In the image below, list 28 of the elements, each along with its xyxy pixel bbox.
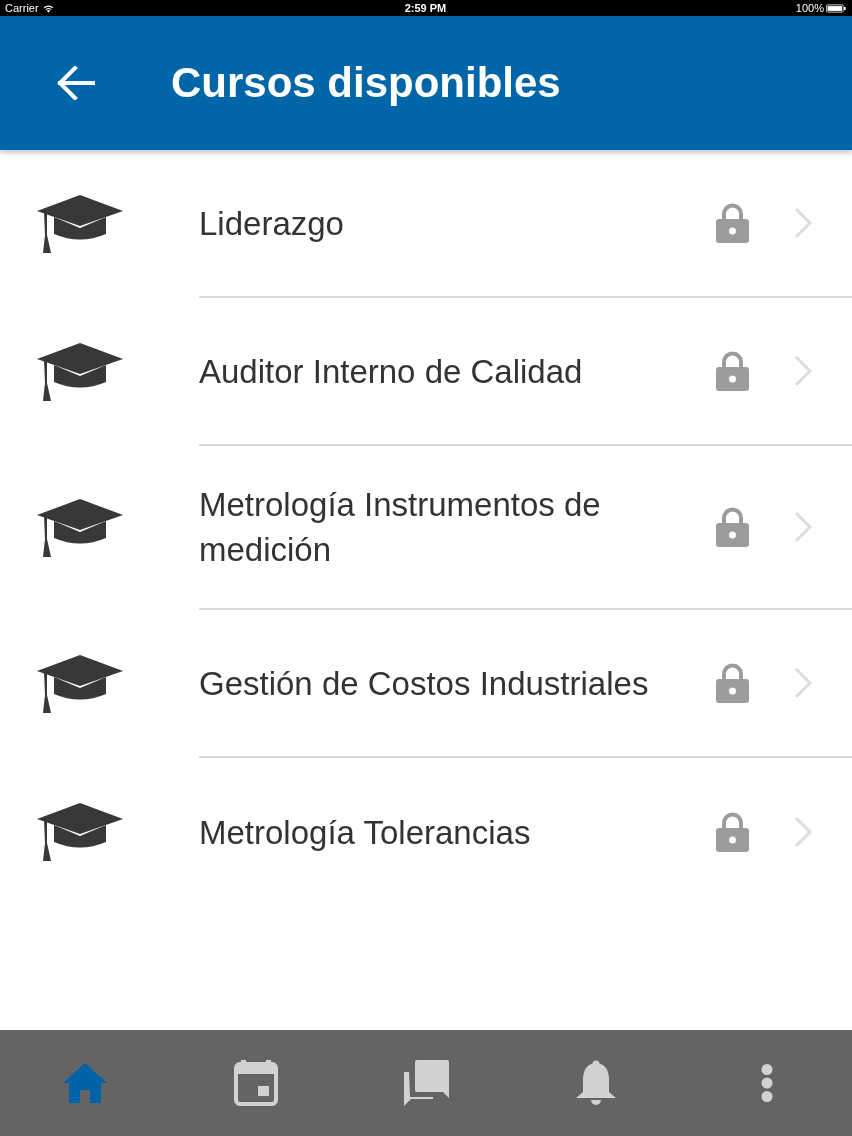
clock-label: 2:59 PM bbox=[404, 1, 447, 15]
bell-icon bbox=[575, 1060, 618, 1106]
graduation-cap-icon bbox=[37, 655, 123, 713]
back-arrow-icon bbox=[57, 66, 95, 100]
course-title[interactable]: Metrología Tolerancias bbox=[199, 809, 696, 855]
battery-icon bbox=[826, 3, 846, 13]
course-title[interactable]: Gestión de Costos Industriales bbox=[199, 660, 696, 706]
chevron-right-icon bbox=[794, 207, 812, 239]
home-icon bbox=[63, 1063, 108, 1103]
graduation-cap-icon bbox=[37, 343, 123, 401]
back-button[interactable] bbox=[57, 66, 95, 100]
course-title[interactable]: Auditor Interno de Calidad bbox=[199, 348, 696, 394]
wifi-icon bbox=[42, 3, 54, 13]
graduation-cap-icon bbox=[37, 195, 123, 253]
battery-percent: 100% bbox=[795, 1, 824, 15]
carrier-label: Carrier bbox=[5, 1, 39, 15]
chevron-right-icon bbox=[794, 355, 812, 387]
course-title[interactable]: Metrología Instrumentos de medición bbox=[199, 482, 696, 572]
chevron-right-icon bbox=[794, 511, 812, 543]
page-title: Cursos disponibles bbox=[171, 58, 561, 108]
chevron-right-icon bbox=[794, 667, 812, 699]
graduation-cap-icon bbox=[37, 803, 123, 861]
graduation-cap-icon bbox=[37, 499, 123, 557]
more-options-icon bbox=[760, 1064, 773, 1102]
calendar-icon bbox=[233, 1060, 278, 1106]
chat-bubbles-icon bbox=[401, 1060, 451, 1106]
course-title[interactable]: Liderazgo bbox=[199, 200, 696, 246]
chevron-right-icon bbox=[794, 816, 812, 848]
